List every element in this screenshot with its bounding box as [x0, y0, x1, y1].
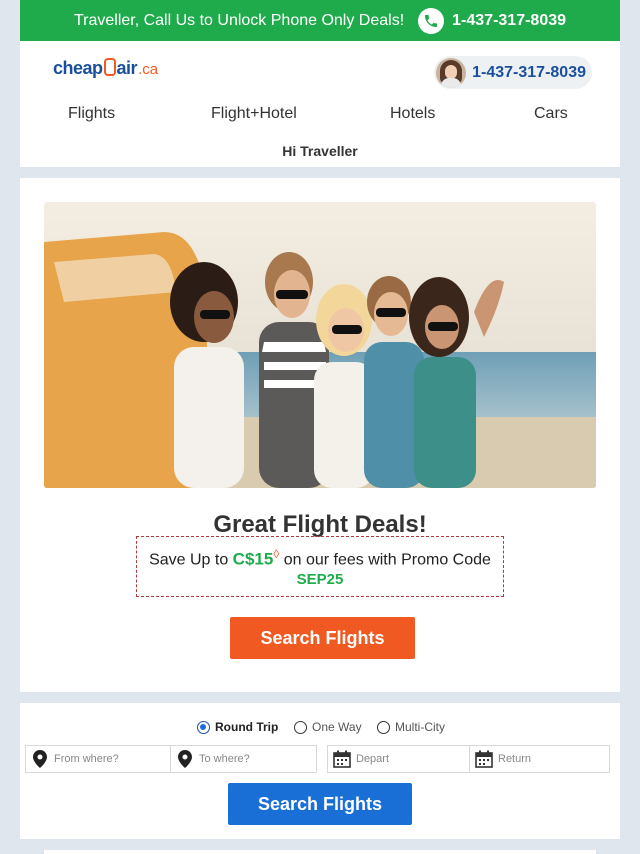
logo-ca-text: .ca [138, 61, 159, 78]
logo-suitcase-icon [103, 58, 116, 76]
agent-avatar [436, 57, 467, 88]
depart-date-input[interactable] [356, 746, 469, 772]
trip-type-label: Multi-City [395, 720, 445, 734]
promo-suffix: on our fees with Promo Code [279, 551, 491, 569]
nav-item-hotels[interactable]: Hotels [390, 105, 435, 123]
banner-phone-number[interactable]: 1-437-317-8039 [452, 12, 566, 30]
return-date-field[interactable] [469, 745, 610, 773]
phone-icon [418, 7, 445, 34]
nav-item-flights[interactable]: Flights [68, 105, 115, 123]
calendar-icon [332, 750, 352, 768]
trip-type-label: Round Trip [215, 720, 279, 734]
location-pin-icon [30, 750, 50, 768]
hero-search-flights-button[interactable]: Search Flights [230, 617, 415, 659]
trip-type-multi-city[interactable]: Multi-City [377, 720, 445, 734]
trip-type-label: One Way [312, 720, 362, 734]
logo-cheap-text: cheap [53, 58, 103, 78]
logo-air-text: air [116, 58, 138, 78]
promo-code-box: Save Up to C$15◊ on our fees with Promo … [136, 536, 504, 597]
depart-date-field[interactable] [327, 745, 470, 773]
radio-unselected-icon [294, 720, 307, 734]
cheapoair-logo[interactable]: cheap air .ca [53, 56, 158, 82]
nav-item-flight-hotel[interactable]: Flight+Hotel [211, 105, 297, 123]
agent-phone-number: 1-437-317-8039 [472, 63, 586, 81]
trip-type-selector: Round Trip One Way Multi-City [20, 720, 620, 736]
destination-field[interactable] [170, 745, 317, 773]
location-pin-icon [175, 750, 195, 768]
radio-selected-icon [197, 720, 210, 734]
radio-unselected-icon [377, 720, 390, 734]
flight-search-form: Round Trip One Way Multi-City From where… [20, 703, 620, 839]
hero-card: Great Flight Deals! Save Up to C$15◊ on … [20, 178, 620, 692]
trip-type-one-way[interactable]: One Way [294, 720, 362, 734]
nav-item-cars[interactable]: Cars [534, 105, 568, 123]
return-date-input[interactable] [498, 746, 609, 772]
greeting-text: Hi Traveller [282, 143, 358, 159]
origin-field[interactable] [25, 745, 171, 773]
promo-prefix: Save Up to [149, 551, 233, 569]
main-nav: Flights Flight+Hotel Hotels Cars [20, 105, 620, 127]
next-card-edge [44, 850, 596, 854]
phone-deals-banner[interactable]: Traveller, Call Us to Unlock Phone Only … [20, 0, 620, 41]
promo-amount: C$15 [232, 549, 274, 569]
promo-code: SEP25 [296, 571, 344, 589]
phone-deals-text: Traveller, Call Us to Unlock Phone Only … [73, 11, 405, 29]
destination-input[interactable] [199, 746, 316, 772]
agent-call-button[interactable]: 1-437-317-8039 [434, 56, 592, 89]
trip-type-round-trip[interactable]: Round Trip [197, 720, 278, 734]
origin-input[interactable] [54, 746, 170, 772]
site-header: cheap air .ca 1-437-317-8039 Flights Fli… [20, 41, 620, 167]
search-flights-button[interactable]: Search Flights [228, 783, 412, 825]
hero-photo [44, 202, 596, 488]
calendar-icon [474, 750, 494, 768]
deal-title: Great Flight Deals! [213, 511, 427, 538]
